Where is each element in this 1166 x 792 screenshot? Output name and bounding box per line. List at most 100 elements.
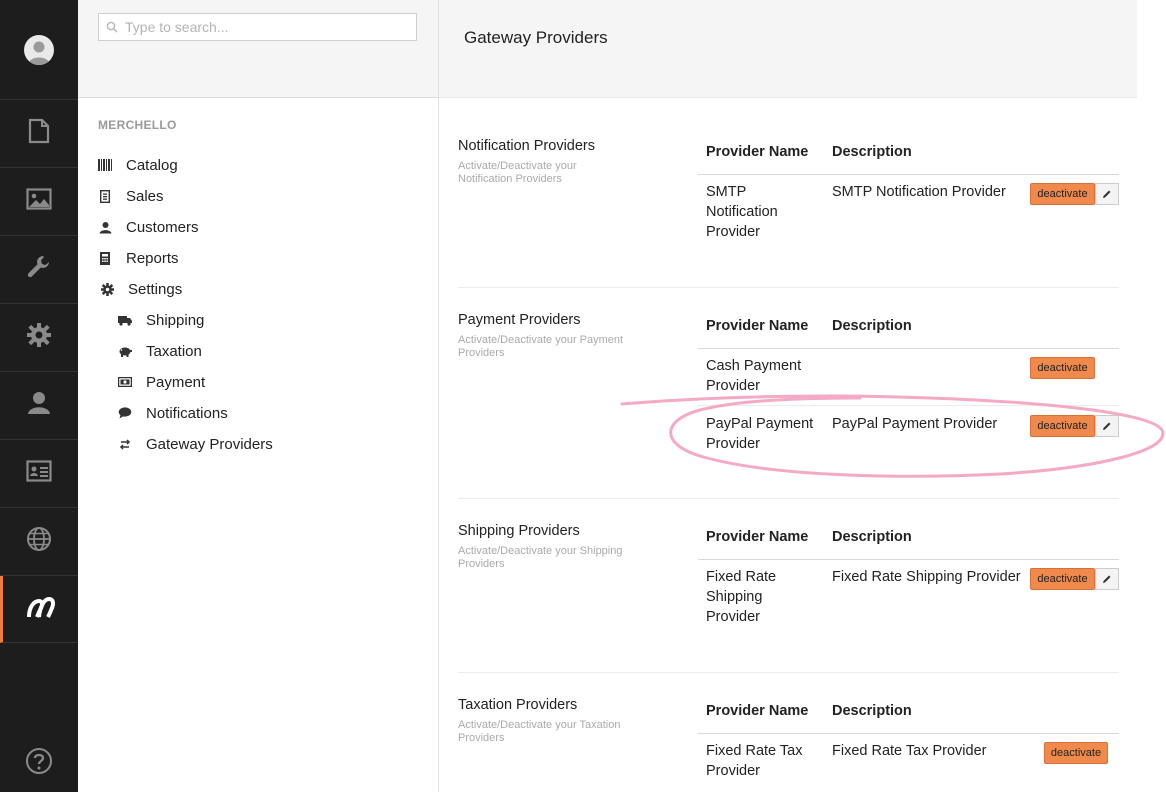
provider-name: SMTP Notification Provider — [706, 184, 778, 240]
column-provider-name: Provider Name — [706, 529, 809, 545]
column-provider-name: Provider Name — [706, 144, 809, 160]
tree-item-notifications[interactable]: Notifications — [118, 402, 228, 424]
barcode-icon — [98, 158, 112, 172]
edit-button[interactable] — [1095, 568, 1119, 590]
tree-header — [78, 0, 438, 98]
tree-item-gateway-providers[interactable]: Gateway Providers — [118, 433, 273, 455]
tree-item-taxation[interactable]: Taxation — [118, 340, 202, 362]
column-description: Description — [832, 529, 912, 545]
merchello-section-button[interactable] — [0, 576, 78, 643]
section-divider — [458, 498, 1119, 499]
receipt-icon — [98, 189, 112, 203]
section-title: Payment Providers — [458, 312, 581, 328]
search-box[interactable] — [98, 13, 417, 41]
table-header: Provider Name Description — [698, 138, 1119, 175]
developer-section-button[interactable] — [0, 304, 78, 372]
table-row: Fixed Rate Tax Provider Fixed Rate Tax P… — [698, 733, 1119, 791]
section-description: Activate/Deactivate your Shipping Provid… — [458, 545, 623, 570]
tree-item-label: Sales — [126, 187, 164, 205]
provider-description: PayPal Payment Provider — [832, 416, 998, 432]
globe-icon — [26, 526, 52, 557]
page-title: Gateway Providers — [464, 28, 608, 47]
section-title: Shipping Providers — [458, 523, 580, 539]
deactivate-button[interactable]: deactivate — [1030, 415, 1095, 437]
tree-panel: MERCHELLO Catalog Sales Customers Report… — [78, 0, 439, 792]
tree-item-label: Customers — [126, 218, 199, 236]
table-row: Fixed Rate Shipping Provider Fixed Rate … — [698, 559, 1119, 635]
members-section-button[interactable] — [0, 440, 78, 508]
id-card-icon — [26, 460, 52, 487]
user-avatar[interactable] — [0, 0, 78, 100]
avatar-icon — [24, 34, 54, 65]
tree-item-label: Shipping — [146, 311, 205, 329]
tree-item-sales[interactable]: Sales — [98, 185, 164, 207]
calculator-icon — [98, 251, 112, 265]
provider-name: Fixed Rate Tax Provider — [706, 743, 803, 779]
search-input[interactable] — [123, 18, 407, 36]
pencil-icon — [1103, 422, 1111, 430]
wrench-icon — [26, 254, 52, 285]
table-row: Cash Payment Provider deactivate — [698, 348, 1119, 406]
tree-item-shipping[interactable]: Shipping — [118, 309, 204, 331]
provider-name: PayPal Payment Provider — [706, 416, 814, 452]
main-panel: Gateway Providers Notification Providers… — [439, 0, 1166, 792]
table-row: PayPal Payment Provider PayPal Payment P… — [698, 406, 1119, 462]
deactivate-button[interactable]: deactivate — [1030, 568, 1095, 590]
piggy-bank-icon — [118, 344, 132, 358]
users-section-button[interactable] — [0, 372, 78, 440]
tree-item-label: Catalog — [126, 156, 178, 174]
tree-item-reports[interactable]: Reports — [98, 247, 179, 269]
merchello-icon — [26, 595, 56, 624]
tree-section-title: MERCHELLO — [98, 118, 177, 132]
help-button[interactable] — [0, 738, 78, 788]
search-icon — [106, 21, 118, 33]
gear-icon — [26, 322, 52, 353]
column-description: Description — [832, 144, 912, 160]
main-header: Gateway Providers — [439, 0, 1137, 98]
help-icon — [25, 747, 53, 780]
translation-section-button[interactable] — [0, 508, 78, 576]
deactivate-button[interactable]: deactivate — [1030, 183, 1095, 205]
section-title: Taxation Providers — [458, 697, 578, 713]
money-icon — [118, 375, 132, 389]
shipping-providers-section: Shipping Providers Activate/Deactivate y… — [458, 523, 1119, 653]
tree-item-payment[interactable]: Payment — [118, 371, 205, 393]
tree-item-label: Notifications — [146, 404, 228, 422]
column-description: Description — [832, 318, 912, 334]
app-rail — [0, 0, 78, 792]
media-section-button[interactable] — [0, 168, 78, 236]
taxation-providers-section: Taxation Providers Activate/Deactivate y… — [458, 697, 1119, 792]
gear-icon — [100, 282, 114, 296]
table-header: Provider Name Description — [698, 697, 1119, 734]
payment-providers-section: Payment Providers Activate/Deactivate yo… — [458, 312, 1119, 492]
edit-button[interactable] — [1095, 183, 1119, 205]
section-divider — [458, 287, 1119, 288]
settings-section-button[interactable] — [0, 236, 78, 304]
tree-item-catalog[interactable]: Catalog — [98, 154, 178, 176]
section-description: Activate/Deactivate your Payment Provide… — [458, 334, 624, 359]
tree-item-settings[interactable]: Settings — [100, 278, 182, 300]
content-section-button[interactable] — [0, 100, 78, 168]
section-title: Notification Providers — [458, 138, 595, 154]
section-description: Activate/Deactivate your Taxation Provid… — [458, 719, 621, 744]
tree-item-customers[interactable]: Customers — [98, 216, 199, 238]
media-icon — [26, 188, 52, 215]
tree-item-label: Reports — [126, 249, 179, 267]
edit-button[interactable] — [1095, 415, 1119, 437]
tree-item-label: Settings — [128, 280, 183, 298]
deactivate-button[interactable]: deactivate — [1030, 357, 1095, 379]
table-header: Provider Name Description — [698, 523, 1119, 560]
swap-arrows-icon — [118, 437, 132, 451]
pencil-icon — [1103, 190, 1111, 198]
section-divider — [458, 672, 1119, 673]
column-provider-name: Provider Name — [706, 318, 809, 334]
user-icon — [98, 220, 112, 234]
provider-description: Fixed Rate Shipping Provider — [832, 569, 1021, 585]
section-description: Activate/Deactivate your Notification Pr… — [458, 160, 577, 185]
provider-description: SMTP Notification Provider — [832, 184, 1006, 200]
provider-name: Cash Payment Provider — [706, 358, 802, 394]
deactivate-button[interactable]: deactivate — [1044, 742, 1108, 764]
tree-item-label: Gateway Providers — [146, 435, 273, 453]
truck-icon — [118, 313, 132, 327]
tree-item-label: Payment — [146, 373, 206, 391]
